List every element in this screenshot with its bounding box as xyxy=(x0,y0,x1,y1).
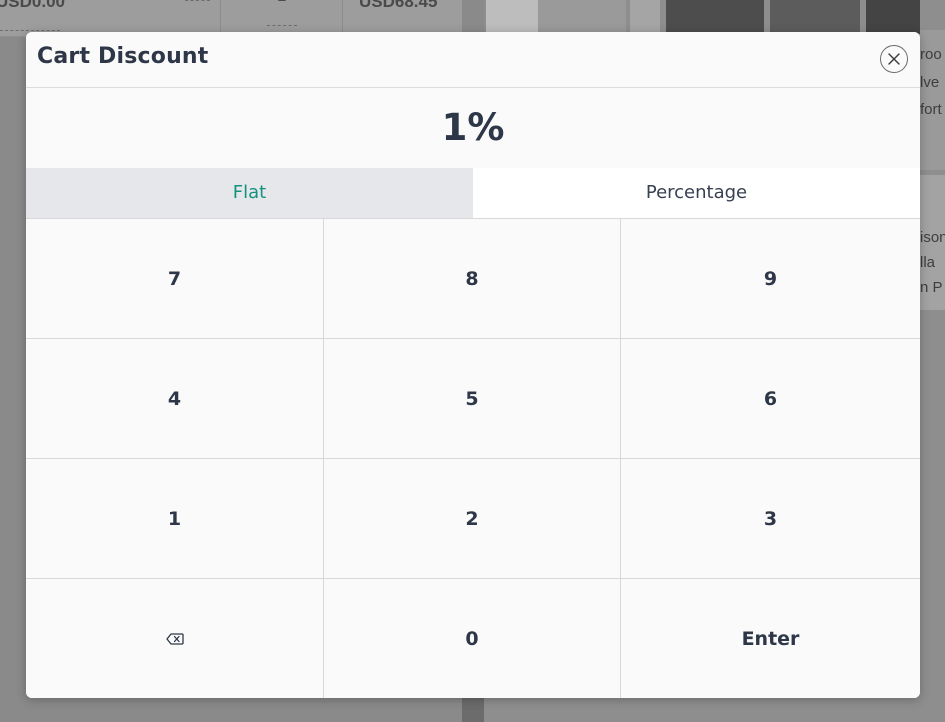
backspace-icon xyxy=(165,633,184,645)
key-2[interactable]: 2 xyxy=(324,459,621,579)
key-6[interactable]: 6 xyxy=(621,339,920,459)
background-side-text: lve xyxy=(920,74,940,91)
key-4[interactable]: 4 xyxy=(26,339,324,459)
background-product-image xyxy=(486,0,538,34)
background-side-text: lla xyxy=(920,254,936,271)
background-amount-right: USD68.45 xyxy=(359,0,438,11)
background-amount-left: USD0.00 xyxy=(0,0,65,11)
close-button[interactable] xyxy=(880,45,908,73)
background-dash xyxy=(0,30,60,31)
discount-display-value: 1% xyxy=(441,106,505,149)
background-summary-cell: 1 xyxy=(221,0,343,36)
key-0[interactable]: 0 xyxy=(324,579,621,698)
close-icon xyxy=(888,53,900,65)
background-dash xyxy=(267,25,297,26)
background-dash xyxy=(185,0,210,1)
key-8[interactable]: 8 xyxy=(324,219,621,339)
tab-flat[interactable]: Flat xyxy=(26,168,473,218)
background-product-image xyxy=(770,0,860,34)
background-side-text: roo xyxy=(920,46,942,63)
background-product-image xyxy=(866,0,920,34)
modal-title: Cart Discount xyxy=(37,44,209,69)
background-qty: 1 xyxy=(277,0,286,6)
background-divider xyxy=(462,698,484,722)
background-side-text: fort xyxy=(920,101,942,118)
key-7[interactable]: 7 xyxy=(26,219,324,339)
key-3[interactable]: 3 xyxy=(621,459,920,579)
key-1[interactable]: 1 xyxy=(26,459,324,579)
cart-discount-modal: Cart Discount 1% Flat Percentage 7 8 9 4… xyxy=(26,32,920,698)
background-product-image xyxy=(538,0,626,34)
tab-percentage[interactable]: Percentage xyxy=(473,168,920,218)
key-5[interactable]: 5 xyxy=(324,339,621,459)
discount-type-tabs: Flat Percentage xyxy=(26,168,920,218)
key-9[interactable]: 9 xyxy=(621,219,920,339)
numeric-keypad: 7 8 9 4 5 6 1 2 3 0 Enter xyxy=(26,218,920,698)
backspace-button[interactable] xyxy=(26,579,324,698)
background-product-image xyxy=(630,0,660,34)
background-side-text: ison xyxy=(920,229,945,246)
background-product-image xyxy=(666,0,764,34)
background-summary-cell: USD0.00 xyxy=(0,0,221,36)
background-side-text: n P xyxy=(920,279,943,296)
enter-button[interactable]: Enter xyxy=(621,579,920,698)
modal-header: Cart Discount xyxy=(26,32,920,88)
background-summary-cell: USD68.45 xyxy=(343,0,462,36)
